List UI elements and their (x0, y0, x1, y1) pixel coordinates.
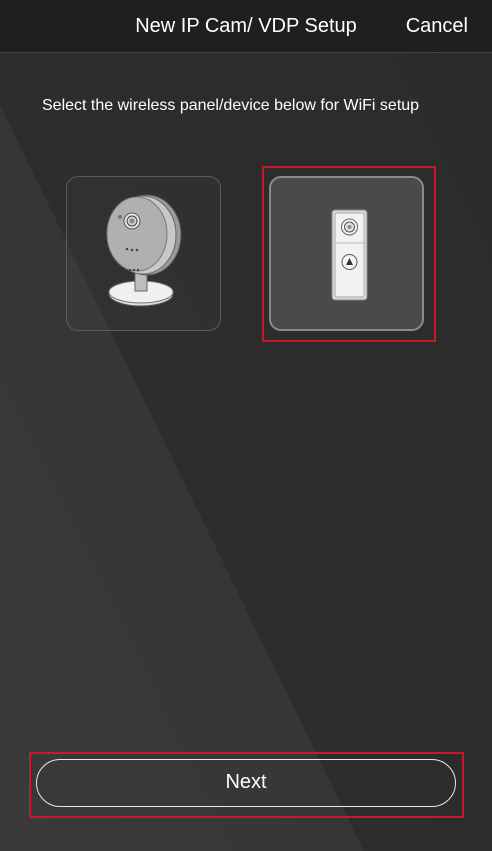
selected-device-highlight (262, 166, 436, 342)
next-button-highlight (29, 752, 464, 818)
background (0, 0, 492, 851)
instruction-text: Select the wireless panel/device below f… (42, 97, 420, 114)
device-tile-ip-camera[interactable] (66, 176, 221, 331)
ip-camera-icon (106, 194, 182, 307)
nav-bar: New IP Cam/ VDP Setup Cancel (0, 0, 492, 53)
cancel-button[interactable]: Cancel (406, 0, 468, 52)
